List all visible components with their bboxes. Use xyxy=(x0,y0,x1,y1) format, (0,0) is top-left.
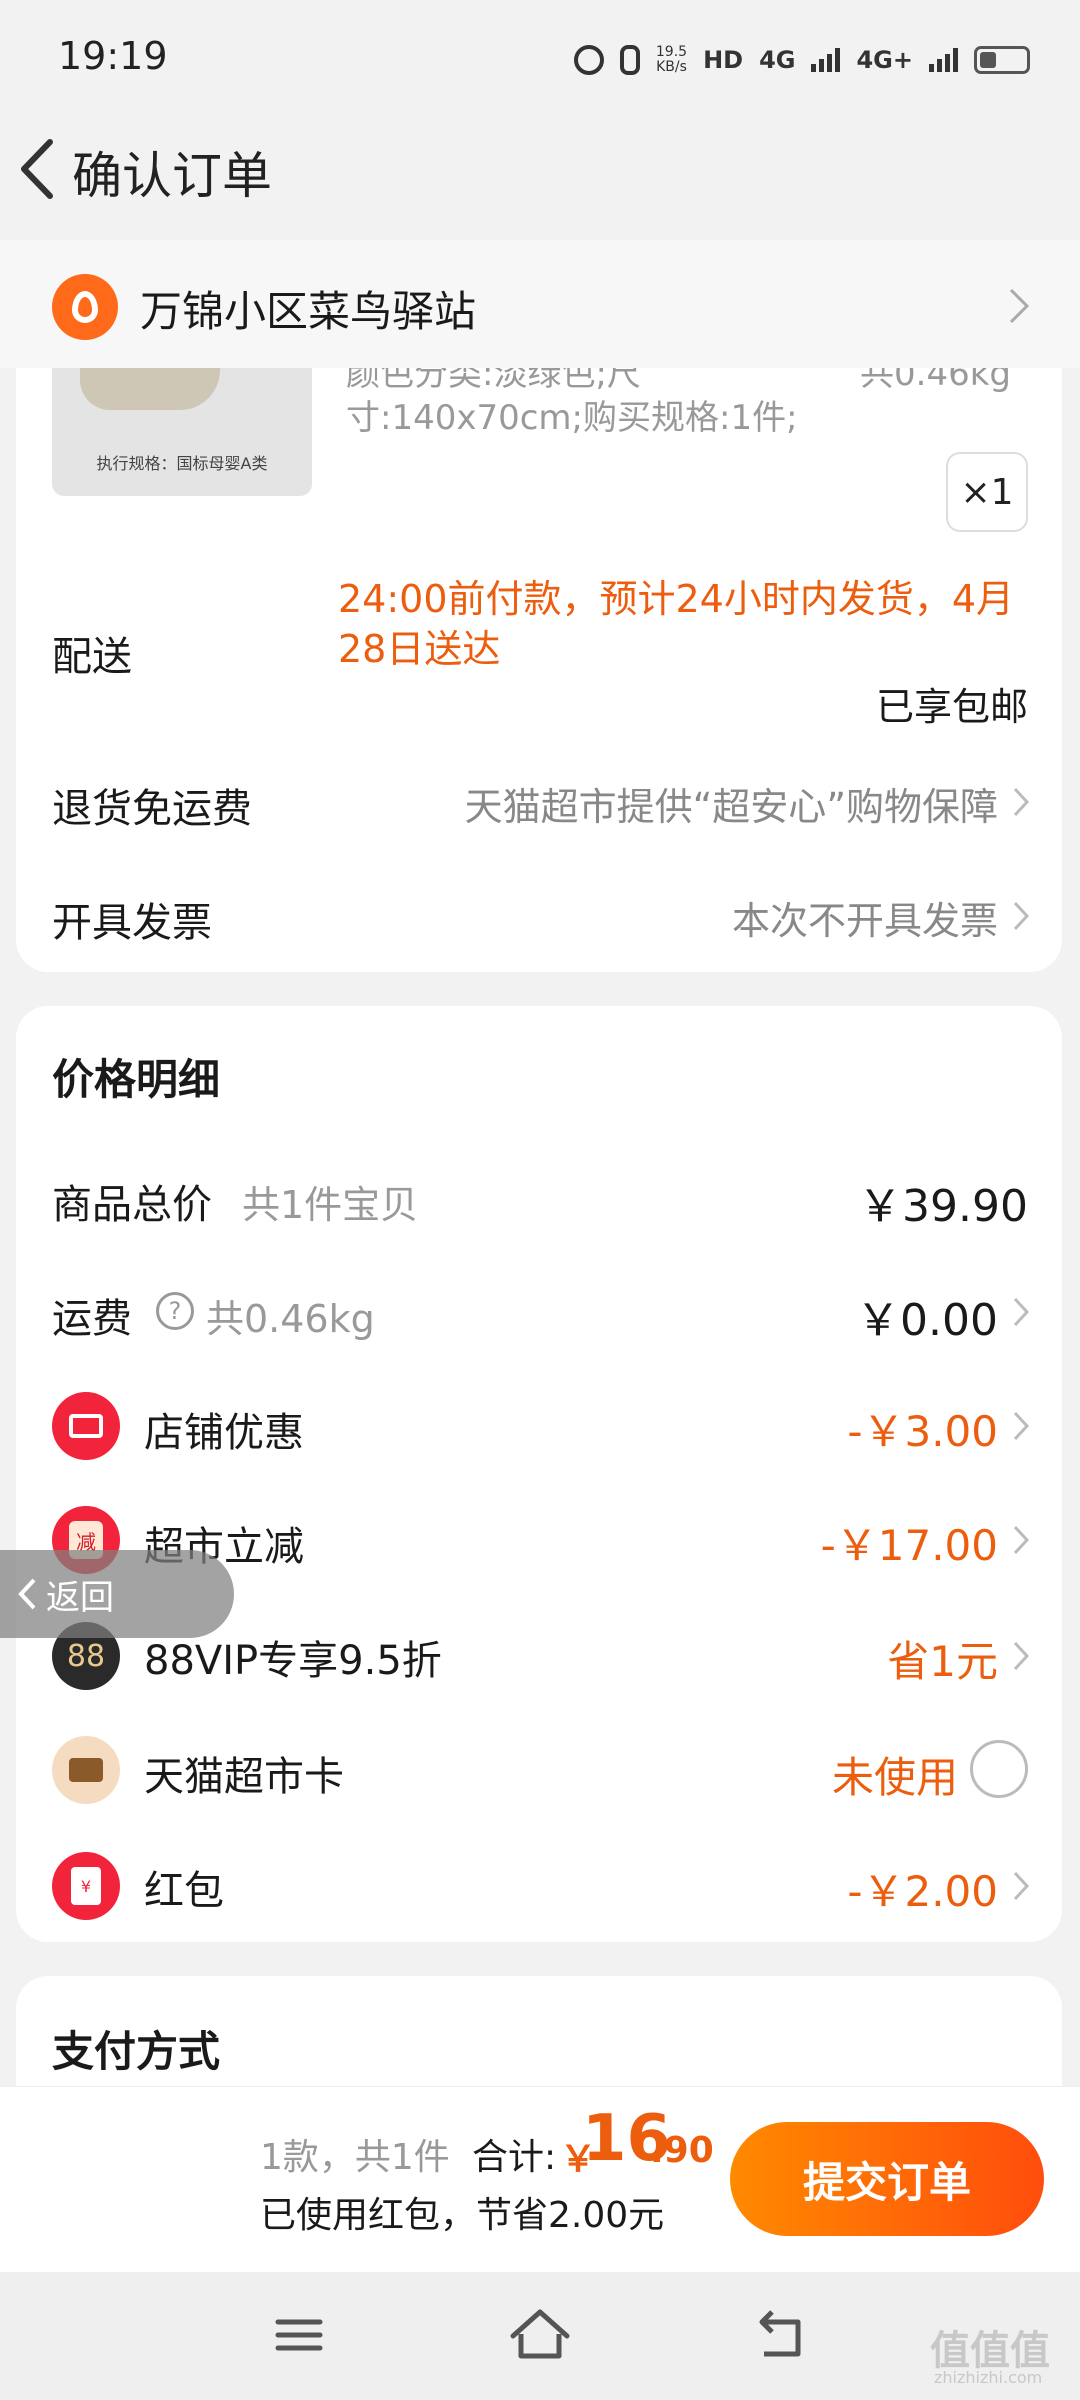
invoice-value[interactable]: 本次不开具发票 xyxy=(732,890,998,945)
chevron-right-icon[interactable] xyxy=(1012,1296,1030,1328)
back-chevron-icon xyxy=(18,1578,36,1610)
total-decimal: .90 xyxy=(650,2130,714,2171)
net-speed-value: 19.5 xyxy=(655,44,688,60)
total-label: 合计: xyxy=(472,2137,557,2178)
back-chevron-icon[interactable] xyxy=(10,134,70,204)
price-detail-title: 价格明细 xyxy=(52,1055,221,1104)
product-spec-line2: 寸:140x70cm;购买规格:1件; xyxy=(346,398,798,438)
return-freight-value[interactable]: 天猫超市提供“超安心”购物保障 xyxy=(465,776,998,831)
red-packet-icon: ¥ xyxy=(52,1852,120,1920)
home-icon[interactable] xyxy=(505,2300,575,2370)
signal-4g-plus-label: 4G+ xyxy=(856,46,913,74)
thumb-caption: 执行规格：国标母婴A类 xyxy=(96,454,268,473)
quantity-stepper[interactable]: ×1 xyxy=(946,452,1028,532)
status-time: 19:19 xyxy=(58,34,168,78)
battery-icon xyxy=(974,46,1030,74)
signal-4g-label: 4G xyxy=(759,46,796,74)
goods-total-amount: ￥39.90 xyxy=(858,1181,1028,1232)
page-title: 确认订单 xyxy=(72,147,272,205)
chevron-right-icon[interactable] xyxy=(1012,1524,1030,1556)
shipping-weight: 共0.46kg xyxy=(206,1297,375,1341)
floating-back-label: 返回 xyxy=(46,1577,114,1618)
alarm-icon xyxy=(573,45,604,75)
hd-icon: HD xyxy=(703,46,744,74)
chevron-right-icon[interactable] xyxy=(1012,786,1030,818)
chevron-right-icon[interactable] xyxy=(1006,286,1032,326)
net-speed-unit: KB/s xyxy=(656,59,687,75)
shop-discount-amount[interactable]: -￥3.00 xyxy=(847,1398,998,1459)
supermarket-discount-amount[interactable]: -￥17.00 xyxy=(821,1512,998,1573)
supermarket-card-radio[interactable] xyxy=(970,1740,1028,1798)
shop-discount-label[interactable]: 店铺优惠 xyxy=(144,1400,304,1458)
signal-bars-icon-2 xyxy=(929,48,958,72)
supermarket-card-status[interactable]: 未使用 xyxy=(832,1744,958,1805)
supermarket-card-icon xyxy=(52,1736,120,1804)
item-count: 1款，共1件 xyxy=(260,2137,450,2178)
chevron-right-icon[interactable] xyxy=(1012,1410,1030,1442)
status-icons: 19.5 KB/s HD 4G 4G+ xyxy=(573,36,1030,84)
submit-order-button[interactable]: 提交订单 xyxy=(730,2122,1044,2236)
chevron-right-icon[interactable] xyxy=(1012,1640,1030,1672)
free-shipping-text: 已享包邮 xyxy=(875,685,1028,729)
chevron-right-icon[interactable] xyxy=(1012,1870,1030,1902)
goods-total-label: 商品总价 xyxy=(52,1182,212,1228)
net-speed: 19.5 KB/s xyxy=(656,45,687,75)
shipping-label: 运费 xyxy=(52,1296,132,1342)
delivery-note: 24:00前付款，预计24小时内发货，4月28日送达 xyxy=(338,577,1015,671)
red-packet-icon-text: ¥ xyxy=(71,1867,101,1905)
watermark-url: zhizhizhi.com xyxy=(934,2368,1043,2387)
return-freight-label: 退货免运费 xyxy=(52,786,252,832)
shipping-amount[interactable]: ￥0.00 xyxy=(856,1284,998,1348)
chevron-right-icon[interactable] xyxy=(1012,900,1030,932)
menu-icon[interactable] xyxy=(264,2300,334,2370)
location-pin-icon xyxy=(52,274,118,340)
shop-coupon-icon xyxy=(52,1392,120,1460)
savings-note: 已使用红包，节省2.00元 xyxy=(260,2195,665,2236)
goods-count: 共1件宝贝 xyxy=(242,1183,419,1227)
vibrate-icon xyxy=(619,45,640,75)
supermarket-card-label[interactable]: 天猫超市卡 xyxy=(144,1744,344,1802)
delivery-label: 配送 xyxy=(52,634,132,680)
floating-back-button[interactable]: 返回 xyxy=(0,1550,234,1638)
payment-title: 支付方式 xyxy=(52,2027,221,2076)
red-packet-amount[interactable]: -￥2.00 xyxy=(847,1858,998,1919)
red-packet-label[interactable]: 红包 xyxy=(144,1858,224,1916)
signal-bars-icon xyxy=(811,48,841,72)
vip-discount-amount[interactable]: 省1元 xyxy=(887,1628,998,1689)
invoice-label: 开具发票 xyxy=(52,900,212,946)
address-name[interactable]: 万锦小区菜鸟驿站 xyxy=(140,278,476,339)
help-icon[interactable]: ? xyxy=(156,1292,194,1330)
back-nav-icon[interactable] xyxy=(746,2300,816,2370)
